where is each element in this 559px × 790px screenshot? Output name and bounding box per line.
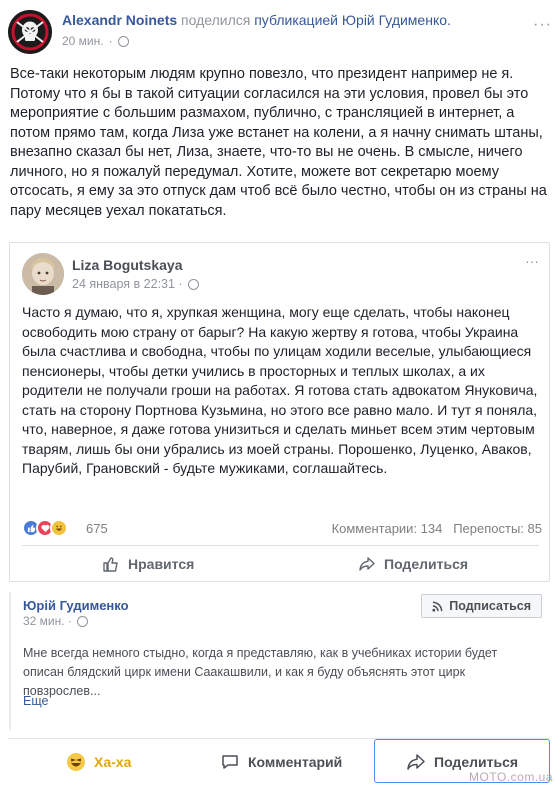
- page-attribution: Юрій Гудименко 32 мин. · Подписаться Мне…: [9, 592, 550, 730]
- comments-shares-count: Комментарии: 134 Перепосты: 85: [332, 521, 542, 536]
- reactions-count[interactable]: 675: [86, 521, 108, 536]
- shared-meta: 24 января в 22:31 ·: [72, 277, 199, 291]
- haha-label: Ха-ха: [94, 754, 132, 770]
- divider: [22, 545, 539, 546]
- see-more-link[interactable]: Еще: [23, 694, 48, 708]
- post-time[interactable]: 20 мин.: [62, 34, 104, 48]
- haha-icon: [67, 753, 85, 771]
- shared-target-link[interactable]: публикацией Юрій Гудименко.: [254, 12, 451, 28]
- comment-label: Комментарий: [248, 754, 343, 770]
- globe-icon[interactable]: [76, 615, 88, 627]
- shared-time[interactable]: 24 января в 22:31 ·: [72, 277, 183, 291]
- comment-bubble-icon: [222, 755, 238, 769]
- skull-avatar-icon: [8, 10, 52, 54]
- shared-share-label: Поделиться: [384, 556, 469, 572]
- shared-verb: поделился: [181, 12, 251, 28]
- rss-icon: [432, 601, 443, 612]
- watermark: MOTO.com.ua: [469, 770, 553, 784]
- shared-like-label: Нравится: [128, 556, 195, 572]
- shares-count[interactable]: Перепосты: 85: [453, 521, 542, 536]
- shared-share-button[interactable]: Поделиться: [358, 555, 468, 573]
- shared-post-card: Liza Bogutskaya 24 января в 22:31 · ··· …: [9, 242, 550, 582]
- post-options-button[interactable]: ···: [533, 16, 552, 34]
- post-header: Alexandr Noinets поделился публикацией Ю…: [8, 8, 553, 58]
- thumbs-up-icon: [103, 557, 118, 572]
- globe-icon[interactable]: [187, 278, 199, 290]
- globe-icon[interactable]: [117, 35, 129, 47]
- page-post-text: Мне всегда немного стыдно, когда я предс…: [23, 646, 498, 698]
- comment-button[interactable]: Комментарий: [220, 745, 342, 779]
- reaction-icons[interactable]: [22, 519, 68, 537]
- meta-separator: ·: [108, 34, 113, 48]
- shared-stats: 675 Комментарии: 134 Перепосты: 85: [22, 519, 542, 539]
- shared-text: Часто я думаю, что я, хрупкая женщина, м…: [22, 304, 538, 476]
- author-avatar[interactable]: [8, 10, 52, 54]
- shared-actions: Нравится Поделиться: [10, 555, 549, 579]
- share-label: Поделиться: [434, 754, 519, 770]
- post-text: Все-таки некоторым людям крупно повезло,…: [10, 66, 547, 219]
- share-arrow-icon: [359, 557, 375, 571]
- shared-author-avatar[interactable]: [22, 253, 64, 295]
- subscribe-label: Подписаться: [449, 599, 531, 613]
- page-name[interactable]: Юрій Гудименко: [23, 598, 129, 613]
- child-portrait-icon: [22, 253, 64, 295]
- shared-options-button[interactable]: ···: [525, 253, 539, 269]
- header-line: Alexandr Noinets поделился публикацией Ю…: [62, 12, 451, 28]
- haha-button[interactable]: Ха-ха: [66, 745, 131, 779]
- comments-count[interactable]: Комментарии: 134: [332, 521, 443, 536]
- shared-author-name[interactable]: Liza Bogutskaya: [72, 257, 182, 273]
- author-name[interactable]: Alexandr Noinets: [62, 12, 177, 28]
- post-body: Все-таки некоторым людям крупно повезло,…: [10, 65, 552, 221]
- share-arrow-icon: [407, 754, 425, 770]
- subscribe-button[interactable]: Подписаться: [421, 594, 542, 618]
- shared-like-button[interactable]: Нравится: [102, 555, 194, 573]
- page-time[interactable]: 32 мин. ·: [23, 614, 72, 628]
- haha-reaction-icon: [50, 519, 68, 537]
- post-meta: 20 мин. ·: [62, 34, 129, 48]
- page-meta: 32 мин. ·: [23, 614, 88, 628]
